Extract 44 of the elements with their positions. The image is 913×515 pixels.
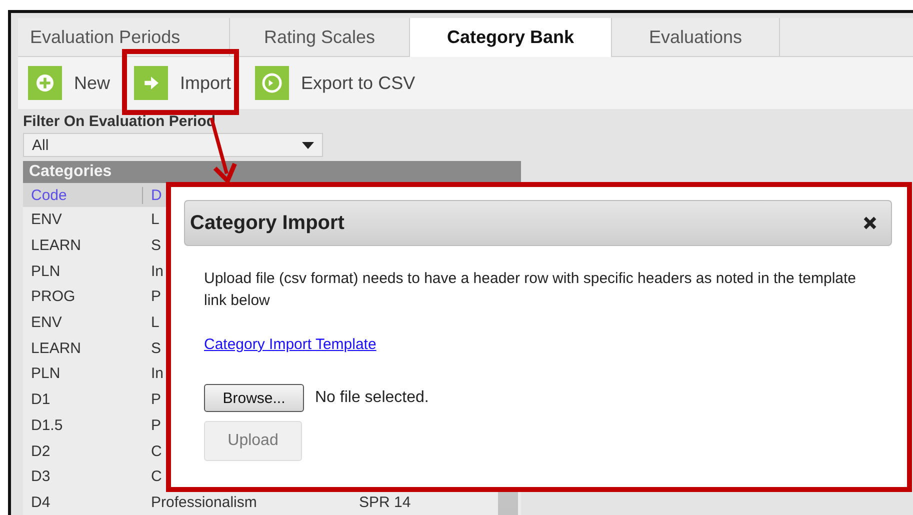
- arrow-right-icon: [134, 66, 168, 100]
- table-cell: ENV: [31, 211, 62, 228]
- table-cell: In: [151, 365, 164, 382]
- export-icon: [255, 66, 290, 100]
- table-cell: In: [151, 262, 164, 280]
- caret-icon: [302, 142, 314, 148]
- toolbar-button[interactable]: New: [22, 63, 116, 103]
- browse-button[interactable]: Browse...: [204, 384, 304, 412]
- table-cell: P: [151, 288, 162, 306]
- table-cell: PLN: [31, 365, 60, 382]
- table-cell: D2: [31, 442, 50, 460]
- tab[interactable]: Evaluations: [612, 18, 780, 56]
- toolbar-button[interactable]: Import: [128, 63, 238, 103]
- table-cell: C: [151, 468, 162, 486]
- panel-title: Categories: [23, 161, 521, 183]
- template-link[interactable]: Category Import Template: [204, 336, 376, 353]
- table-cell: PLN: [31, 262, 60, 280]
- dialog-message: Upload file (csv format) needs to have a header row with specific headers as noted in the template link below: [204, 269, 858, 311]
- tab[interactable]: Category Bank: [410, 18, 612, 57]
- toolbar-button[interactable]: Export to CSV: [249, 63, 422, 103]
- close-icon[interactable]: [863, 216, 877, 230]
- table-cell: LEARN: [31, 340, 82, 357]
- table-cell: LEARN: [31, 237, 82, 254]
- column-header[interactable]: Code: [23, 186, 143, 204]
- table-cell: S: [151, 340, 162, 357]
- dialog-title: Category Import: [190, 212, 344, 234]
- table-cell: D1.5: [31, 416, 63, 434]
- table-cell: S: [151, 237, 162, 254]
- table-cell: Professionalism: [151, 494, 257, 511]
- table-cell: P: [151, 416, 162, 434]
- table-cell: C: [151, 442, 162, 460]
- table-cell: ENV: [31, 314, 62, 332]
- table-cell: D1: [31, 391, 50, 408]
- table-cell: PROG: [31, 288, 76, 306]
- table-cell: L: [151, 211, 160, 228]
- table-cell: L: [151, 314, 160, 332]
- table-cell: D3: [31, 468, 50, 486]
- tab[interactable]: Evaluation Periods: [18, 18, 230, 56]
- table-cell: SPR 14: [359, 494, 411, 511]
- add-icon: [28, 66, 62, 100]
- table-cell: D4: [31, 494, 50, 511]
- period-dropdown[interactable]: All: [23, 133, 323, 157]
- file-status: No file selected.: [315, 389, 429, 407]
- table-cell: P: [151, 391, 162, 408]
